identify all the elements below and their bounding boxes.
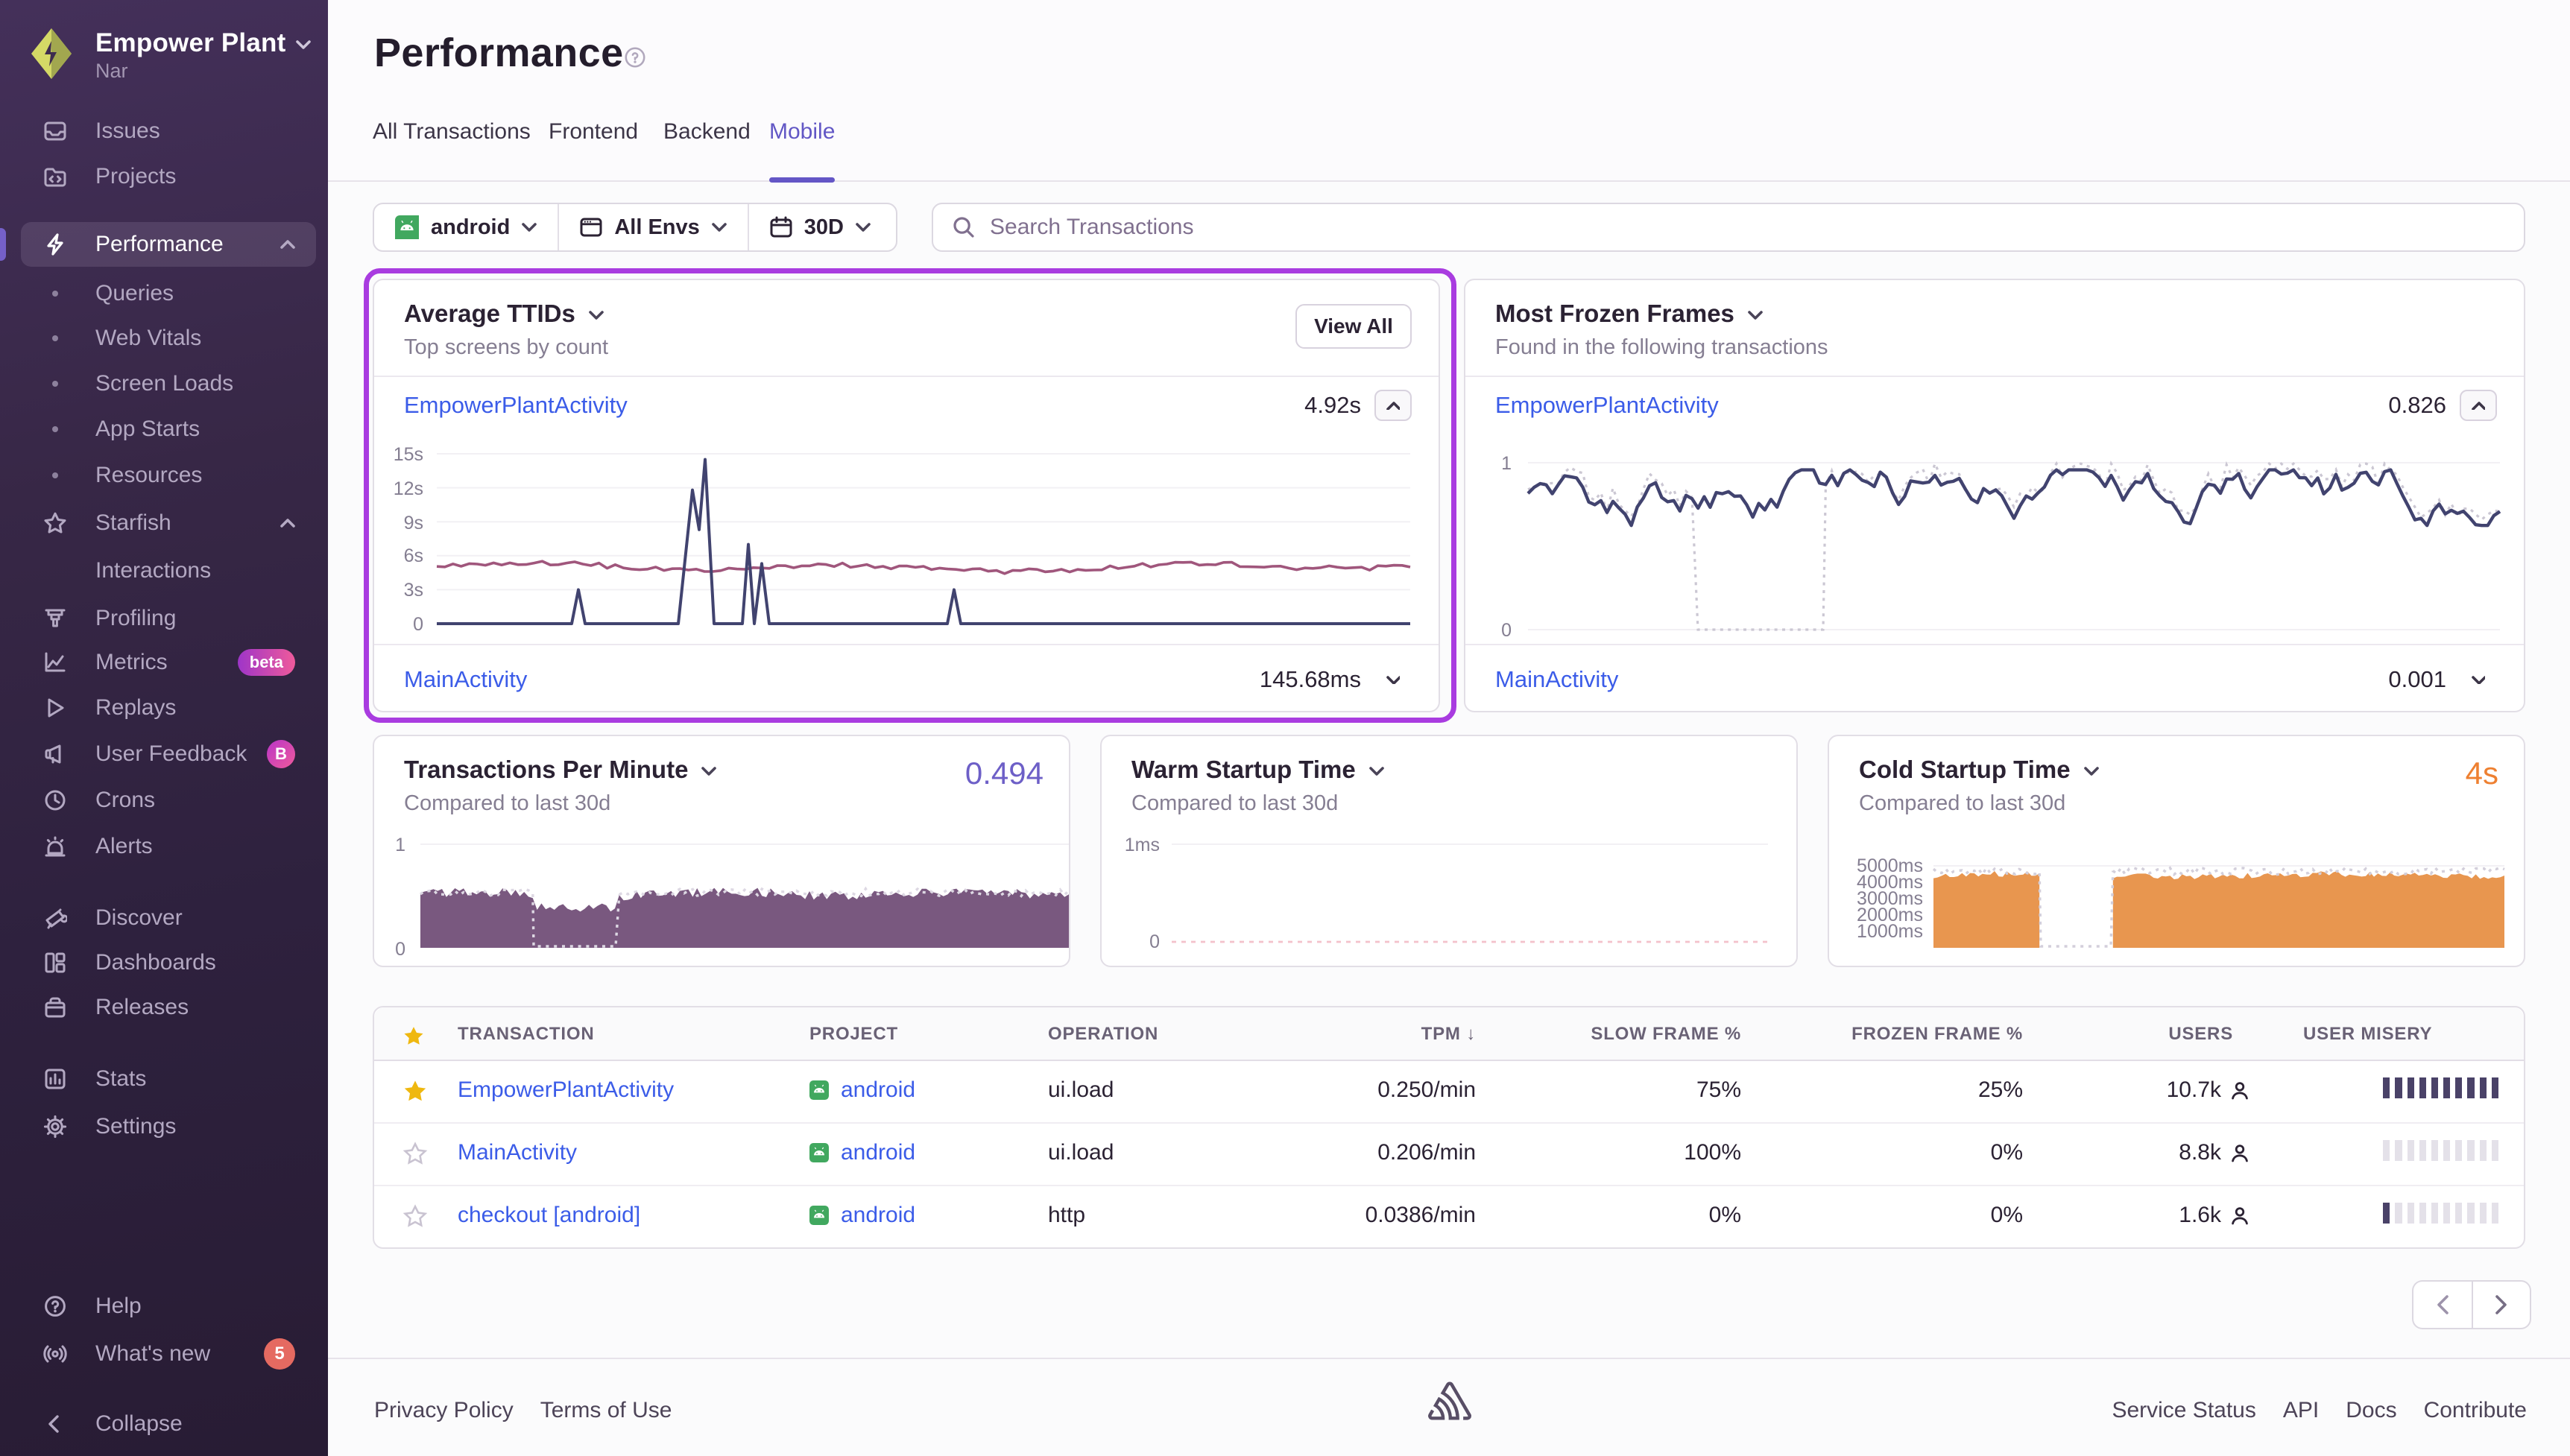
svg-text:1000ms: 1000ms [1857,921,1923,942]
